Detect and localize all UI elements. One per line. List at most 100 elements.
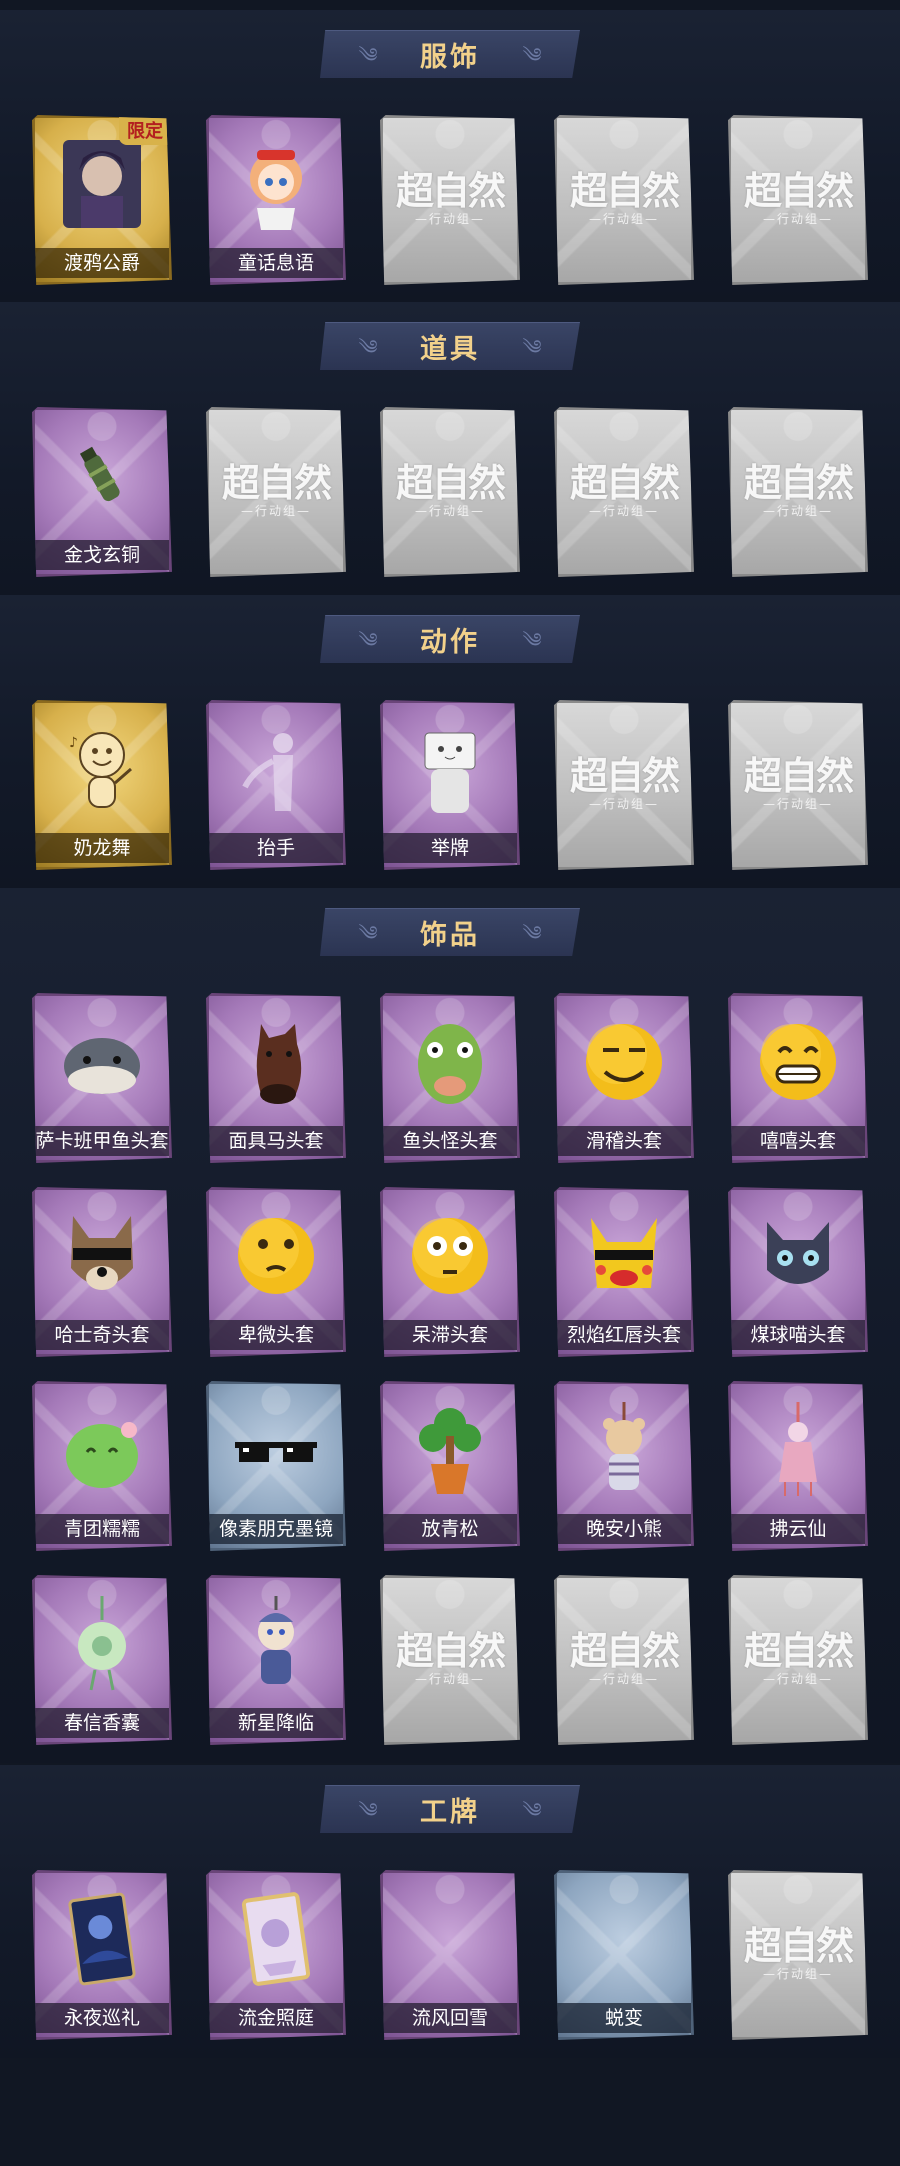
item-card[interactable]: 青团糯糯 — [32, 1381, 172, 1551]
item-card[interactable]: 永夜巡礼 — [32, 1870, 172, 2040]
section-title: 服饰 — [420, 42, 480, 73]
locked-logo-subtext: —行动组— — [414, 504, 485, 518]
item-label: 流风回雪 — [383, 2003, 517, 2033]
blank-art — [579, 1889, 669, 1989]
locked-item-card[interactable]: 超自然 —行动组— — [380, 407, 520, 577]
item-card[interactable]: 烈焰红唇头套 — [554, 1187, 694, 1357]
locked-logo-text: 超自然 — [743, 460, 854, 505]
item-label: 渡鸦公爵 — [35, 248, 169, 278]
bottle-art — [57, 426, 147, 526]
item-card[interactable]: 像素朋克墨镜 — [206, 1381, 346, 1551]
locked-logo-text: 超自然 — [569, 1628, 680, 1673]
swirl-right-icon: ༄ — [522, 43, 542, 67]
item-card[interactable]: 哈士奇头套 — [32, 1187, 172, 1357]
item-card[interactable]: 蜕变 — [554, 1870, 694, 2040]
item-card[interactable]: 放青松 — [380, 1381, 520, 1551]
keychain-art — [231, 1594, 321, 1694]
item-card[interactable]: 嘻嘻头套 — [728, 993, 868, 1163]
swirl-right-icon: ༄ — [522, 1798, 542, 1822]
locked-logo-text: 超自然 — [221, 460, 332, 505]
emoji-grin-art — [753, 1012, 843, 1112]
locked-item-card[interactable]: 超自然 —行动组— — [554, 115, 694, 285]
item-label: 举牌 — [383, 833, 517, 863]
item-label: 拂云仙 — [731, 1514, 865, 1544]
item-card[interactable]: 春信香囊 — [32, 1575, 172, 1745]
item-card[interactable]: 卑微头套 — [206, 1187, 346, 1357]
glasses-art — [231, 1400, 321, 1500]
locked-logo-subtext: —行动组— — [588, 797, 659, 811]
locked-logo-text: 超自然 — [743, 168, 854, 213]
item-card[interactable]: 举牌 — [380, 700, 520, 870]
item-card[interactable]: 滑稽头套 — [554, 993, 694, 1163]
charm-art — [753, 1400, 843, 1500]
item-label: 嘻嘻头套 — [731, 1126, 865, 1156]
dog-art — [57, 1206, 147, 1306]
item-label: 青团糯糯 — [35, 1514, 169, 1544]
cat-art — [753, 1206, 843, 1306]
item-label: 面具马头套 — [209, 1126, 343, 1156]
item-card[interactable]: 面具马头套 — [206, 993, 346, 1163]
item-card[interactable]: 新星降临 — [206, 1575, 346, 1745]
section-banner: ༄ 服饰 ༄ — [320, 30, 580, 78]
horse-art — [231, 1012, 321, 1112]
card-gold-art — [231, 1889, 321, 1989]
locked-item-card[interactable]: 超自然 —行动组— — [380, 1575, 520, 1745]
emoji-humble-art — [231, 1206, 321, 1306]
locked-logo-subtext: —行动组— — [414, 212, 485, 226]
locked-logo-subtext: —行动组— — [240, 504, 311, 518]
locked-logo-subtext: —行动组— — [762, 1967, 833, 1981]
locked-logo-subtext: —行动组— — [414, 1672, 485, 1686]
item-label: 煤球喵头套 — [731, 1320, 865, 1350]
locked-item-card[interactable]: 超自然 —行动组— — [380, 115, 520, 285]
item-card[interactable]: 童话息语 — [206, 115, 346, 285]
item-card[interactable]: 流风回雪 — [380, 1870, 520, 2040]
locked-logo-text: 超自然 — [569, 460, 680, 505]
item-card[interactable]: 晚安小熊 — [554, 1381, 694, 1551]
item-card[interactable]: ♪ 奶龙舞 — [32, 700, 172, 870]
locked-logo-text: 超自然 — [569, 753, 680, 798]
locked-logo-text: 超自然 — [743, 1628, 854, 1673]
locked-logo-subtext: —行动组— — [762, 797, 833, 811]
section-title: 道具 — [420, 334, 480, 365]
locked-logo-subtext: —行动组— — [762, 212, 833, 226]
locked-item-card[interactable]: 超自然 —行动组— — [728, 1575, 868, 1745]
locked-item-card[interactable]: 超自然 —行动组— — [554, 700, 694, 870]
item-card[interactable]: 萨卡班甲鱼头套 — [32, 993, 172, 1163]
locked-item-card[interactable]: 超自然 —行动组— — [728, 700, 868, 870]
section-banner: ༄ 道具 ༄ — [320, 322, 580, 370]
item-label: 流金照庭 — [209, 2003, 343, 2033]
dumpling-art — [57, 1400, 147, 1500]
locked-item-card[interactable]: 超自然 —行动组— — [554, 407, 694, 577]
limited-badge: 限定 — [119, 116, 171, 145]
item-card[interactable]: 煤球喵头套 — [728, 1187, 868, 1357]
swirl-left-icon: ༄ — [358, 921, 378, 945]
item-card[interactable]: 渡鸦公爵 限定 — [32, 115, 172, 285]
locked-item-card[interactable]: 超自然 —行动组— — [728, 115, 868, 285]
item-label: 放青松 — [383, 1514, 517, 1544]
locked-item-card[interactable]: 超自然 —行动组— — [554, 1575, 694, 1745]
locked-item-card[interactable]: 超自然 —行动组— — [206, 407, 346, 577]
card-night-art — [57, 1889, 147, 1989]
item-label: 春信香囊 — [35, 1708, 169, 1738]
item-label: 晚安小熊 — [557, 1514, 691, 1544]
item-card[interactable]: 流金照庭 — [206, 1870, 346, 2040]
swirl-right-icon: ༄ — [522, 628, 542, 652]
item-label: 滑稽头套 — [557, 1126, 691, 1156]
locked-logo-text: 超自然 — [395, 460, 506, 505]
locked-item-card[interactable]: 超自然 —行动组— — [728, 407, 868, 577]
item-card[interactable]: 拂云仙 — [728, 1381, 868, 1551]
tree-art — [405, 1400, 495, 1500]
section-title: 动作 — [420, 627, 480, 658]
item-card[interactable]: 鱼头怪头套 — [380, 993, 520, 1163]
item-label: 鱼头怪头套 — [383, 1126, 517, 1156]
section-title: 饰品 — [420, 920, 480, 951]
item-card[interactable]: 金戈玄铜 — [32, 407, 172, 577]
item-label: 新星降临 — [209, 1708, 343, 1738]
locked-item-card[interactable]: 超自然 —行动组— — [728, 1870, 868, 2040]
pika-art — [579, 1206, 669, 1306]
item-card[interactable]: 呆滞头套 — [380, 1187, 520, 1357]
item-card[interactable]: 抬手 — [206, 700, 346, 870]
section-banner: ༄ 动作 ༄ — [320, 615, 580, 663]
locked-logo-subtext: —行动组— — [588, 504, 659, 518]
swirl-right-icon: ༄ — [522, 921, 542, 945]
